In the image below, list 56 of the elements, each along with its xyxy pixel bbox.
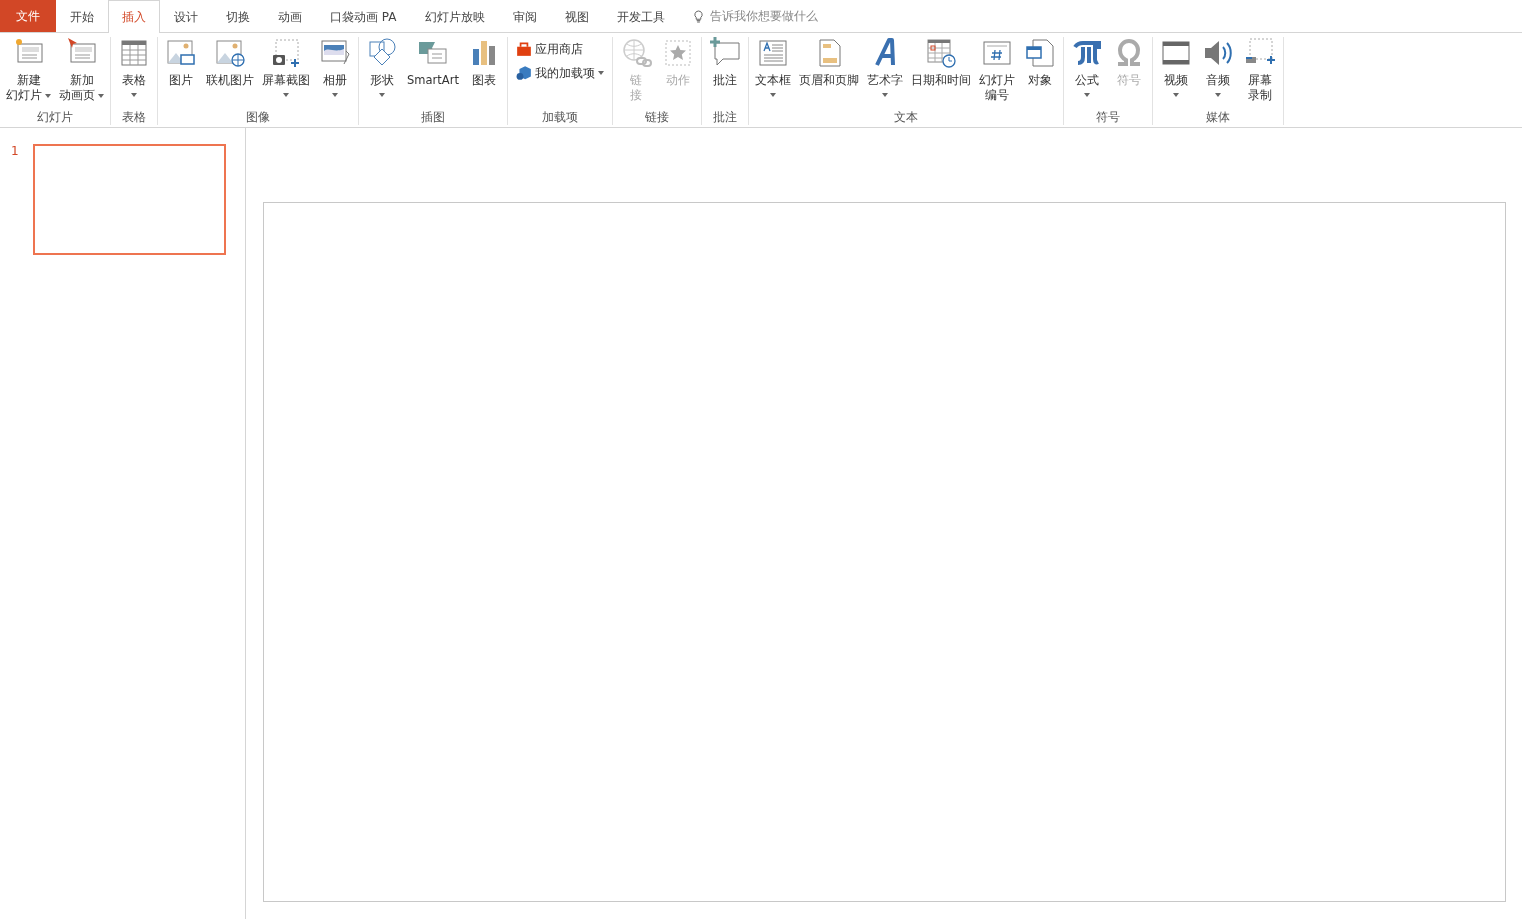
ribbon-button[interactable]: 艺术字 xyxy=(862,37,907,109)
ribbon-button[interactable]: 音频 xyxy=(1196,37,1239,109)
ribbon-button[interactable]: 屏幕 录制 xyxy=(1238,37,1281,109)
slide-thumbnail[interactable] xyxy=(32,144,226,255)
group-label: 链接 xyxy=(643,109,670,125)
group-label: 图像 xyxy=(245,109,271,125)
ribbon-tab[interactable]: 口袋动画 PA xyxy=(316,0,411,33)
group-label: 符号 xyxy=(1094,109,1121,125)
ribbon-button[interactable]: 屏幕截图 xyxy=(258,37,314,109)
lightbulb-icon xyxy=(692,9,704,23)
ribbon-button[interactable]: 日期和时间 xyxy=(906,37,975,109)
table-icon xyxy=(118,37,150,69)
tell-me-field[interactable]: 告诉我你想要做什么 xyxy=(707,8,882,24)
ribbon-button[interactable]: 形状 xyxy=(361,37,403,109)
group-label: 插图 xyxy=(419,109,446,125)
ribbon-tab[interactable]: 插入 xyxy=(108,0,160,33)
ribbon-button[interactable]: 视频 xyxy=(1154,37,1197,109)
ribbon-button[interactable]: 页眉和页脚 xyxy=(794,37,863,109)
ribbon-tab[interactable]: 开始 xyxy=(56,0,108,33)
object-icon xyxy=(1023,37,1056,69)
ribbon-button[interactable]: 我的加载项 xyxy=(515,65,604,81)
ribbon-tab[interactable]: 开发工具 xyxy=(602,0,679,33)
ribbon-button[interactable]: 新建 幻灯片 xyxy=(2,37,55,109)
ribbon-tab[interactable]: 视图 xyxy=(550,0,603,33)
cube-icon xyxy=(515,65,532,81)
globe-picture-icon xyxy=(214,37,246,69)
ribbon-button[interactable]: 文本框 xyxy=(750,37,795,109)
ribbon-tab[interactable]: 动画 xyxy=(264,0,316,33)
group-label: 加载项 xyxy=(540,109,579,125)
calendar-icon xyxy=(924,37,957,69)
ribbon-button[interactable]: 相册 xyxy=(314,37,356,109)
ribbon-button[interactable]: 表格 xyxy=(113,37,155,109)
ribbon-button[interactable]: 批注 xyxy=(703,37,746,109)
ribbon-tab[interactable]: 切换 xyxy=(212,0,264,33)
ribbon-button[interactable]: 联机图片 xyxy=(202,37,258,109)
textbox-icon xyxy=(756,37,789,69)
ribbon-button[interactable]: 应用商店 xyxy=(515,41,604,57)
ribbon-tab[interactable]: 审阅 xyxy=(498,0,551,33)
group-label: 表格 xyxy=(121,109,147,125)
ribbon-button[interactable]: 对象 xyxy=(1018,37,1061,109)
bag-icon xyxy=(515,41,532,57)
ribbon-button[interactable]: 新加 动画页 xyxy=(55,37,108,109)
ribbon-tab[interactable]: 设计 xyxy=(160,0,212,33)
ribbon-tab[interactable]: 幻灯片放映 xyxy=(410,0,499,33)
slide-number: 1 xyxy=(11,144,19,158)
file-tab[interactable]: 文件 xyxy=(0,0,56,32)
group-label: 媒体 xyxy=(1204,109,1231,125)
group-label: 文本 xyxy=(892,109,919,125)
ribbon-button[interactable]: SmartArt xyxy=(403,37,463,109)
camera-icon xyxy=(270,37,302,69)
ribbon-button[interactable]: 公式 xyxy=(1065,37,1108,109)
ribbon-button[interactable]: 幻灯片 编号 xyxy=(974,37,1019,109)
group-label: 批注 xyxy=(711,109,738,125)
ribbon-button[interactable]: 图表 xyxy=(462,37,505,109)
ribbon-button[interactable]: 图片 xyxy=(160,37,202,109)
group-label: 幻灯片 xyxy=(36,109,74,125)
